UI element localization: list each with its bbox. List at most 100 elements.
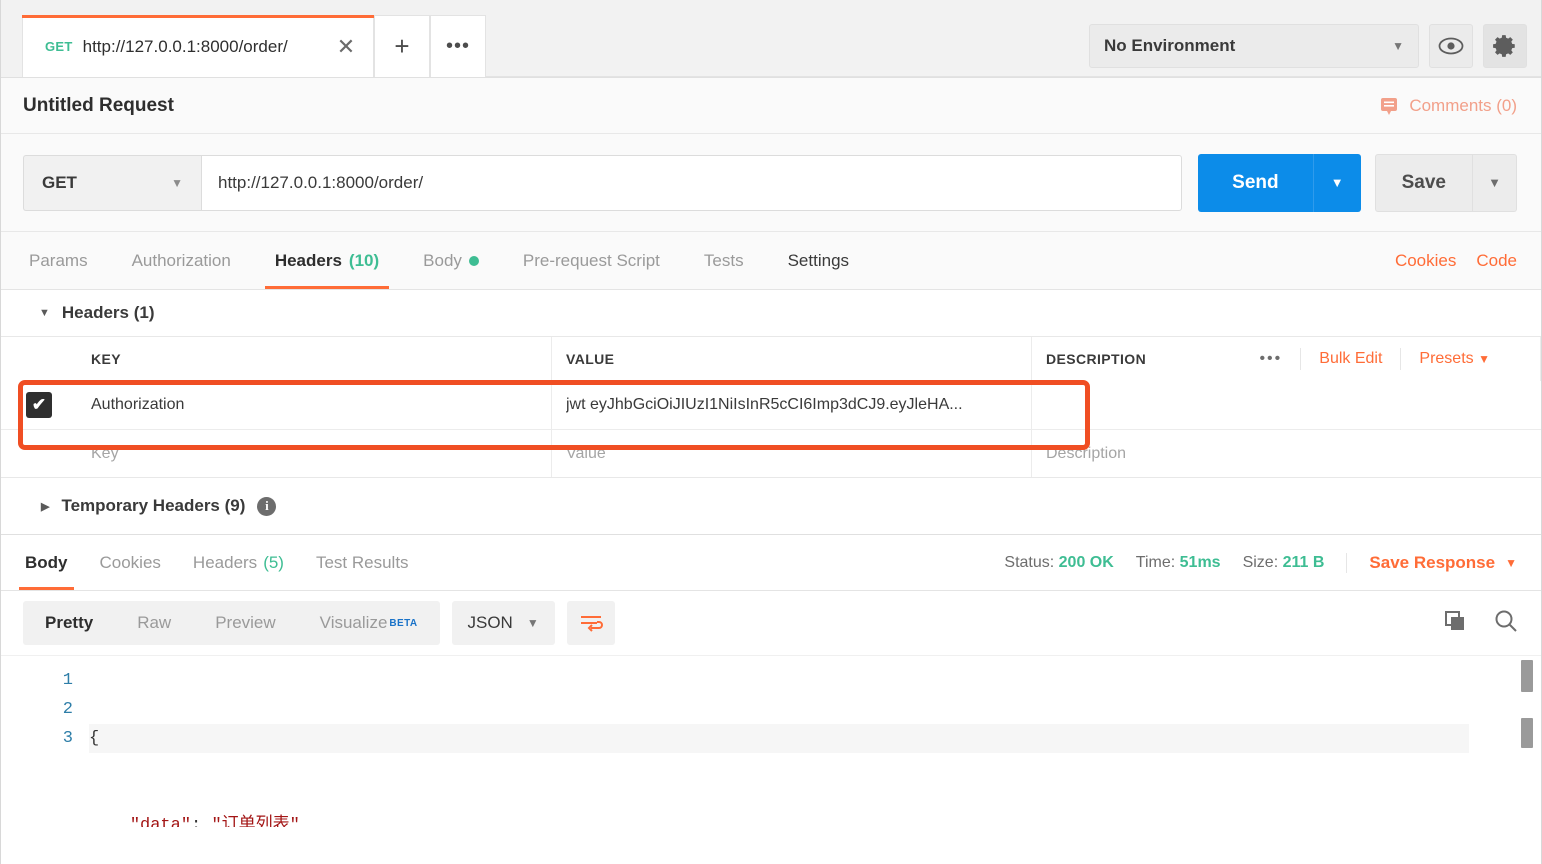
tab-method-badge: GET xyxy=(45,39,73,54)
request-tabs-right: Cookies Code xyxy=(1395,232,1517,289)
comments-button[interactable]: Comments (0) xyxy=(1378,95,1517,117)
json-key: "data" xyxy=(130,816,191,827)
url-input[interactable]: http://127.0.0.1:8000/order/ xyxy=(201,155,1182,211)
response-tabs-bar: Body Cookies Headers (5) Test Results St… xyxy=(1,535,1541,591)
code-wrap: 1 2 3 { "data": "订单列表" } xyxy=(1,656,1541,827)
response-tab-body[interactable]: Body xyxy=(9,535,84,590)
response-tab-headers[interactable]: Headers (5) xyxy=(177,535,300,590)
search-button[interactable] xyxy=(1493,608,1519,639)
tab-strip-spacer xyxy=(486,15,1089,77)
word-wrap-icon xyxy=(579,613,603,633)
row-checkbox[interactable]: ✔ xyxy=(26,392,52,418)
status-badge: Status: 200 OK xyxy=(1004,554,1113,572)
body-format-select[interactable]: JSON ▼ xyxy=(452,601,555,645)
url-bar: GET ▼ http://127.0.0.1:8000/order/ Send … xyxy=(1,134,1541,232)
tab-url-label: http://127.0.0.1:8000/order/ xyxy=(83,37,323,57)
save-response-button[interactable]: Save Response ▼ xyxy=(1346,553,1517,573)
body-view-preview[interactable]: Preview xyxy=(193,601,297,645)
headers-section-toggle[interactable]: ▼ Headers (1) xyxy=(1,290,1541,336)
head-check-spacer xyxy=(1,337,77,381)
line-number: 1 xyxy=(1,666,73,695)
new-tab-button[interactable]: + xyxy=(374,15,430,77)
request-tabs: Params Authorization Headers (10) Body P… xyxy=(1,232,1541,290)
code-link[interactable]: Code xyxy=(1476,251,1517,271)
tab-tests[interactable]: Tests xyxy=(682,232,766,289)
table-row[interactable]: ✔ Authorization jwt eyJhbGciOiJIUzI1NiIs… xyxy=(1,381,1541,429)
body-format-label: JSON xyxy=(468,613,513,633)
body-empty-space xyxy=(1,827,1541,864)
status-label: Status: xyxy=(1004,554,1054,571)
tab-params[interactable]: Params xyxy=(23,232,110,289)
page-title[interactable]: Untitled Request xyxy=(23,95,174,117)
json-colon: : xyxy=(191,816,211,827)
method-select[interactable]: GET ▼ xyxy=(23,155,201,211)
request-tab[interactable]: GET http://127.0.0.1:8000/order/ ✕ xyxy=(22,15,374,77)
empty-row-checkbox-cell xyxy=(1,430,77,477)
tab-headers[interactable]: Headers (10) xyxy=(253,232,401,289)
table-row-empty[interactable]: Key Value Description xyxy=(1,429,1541,477)
tab-pre-request-script[interactable]: Pre-request Script xyxy=(501,232,682,289)
save-button[interactable]: Save xyxy=(1375,154,1473,212)
tab-authorization[interactable]: Authorization xyxy=(110,232,253,289)
tab-options-icon[interactable]: ••• xyxy=(430,15,486,77)
body-view-segmented: Pretty Raw Preview Visualize BETA xyxy=(23,601,440,645)
response-meta: Status: 200 OK Time: 51ms Size: 211 B Sa… xyxy=(1004,535,1517,590)
chevron-right-icon: ▶ xyxy=(41,500,49,513)
settings-button[interactable] xyxy=(1483,24,1527,68)
empty-row-description-cell[interactable]: Description xyxy=(1032,430,1541,477)
response-tab-cookies[interactable]: Cookies xyxy=(84,535,177,590)
body-view-label: Pretty xyxy=(45,613,93,633)
tab-settings[interactable]: Settings xyxy=(766,232,871,289)
response-tab-label: Headers xyxy=(193,553,257,573)
empty-row-key-cell[interactable]: Key xyxy=(77,430,552,477)
chevron-down-icon: ▼ xyxy=(39,307,50,319)
tab-label: Params xyxy=(29,251,88,271)
headers-table: KEY VALUE DESCRIPTION ••• Bulk Edit Pres… xyxy=(1,336,1541,477)
body-view-visualize[interactable]: Visualize BETA xyxy=(298,601,440,645)
send-options-button[interactable]: ▼ xyxy=(1313,154,1361,212)
gear-icon xyxy=(1492,33,1518,59)
code-scrollbar-thumb-top[interactable] xyxy=(1521,660,1533,692)
send-button[interactable]: Send xyxy=(1198,154,1312,212)
cookies-link[interactable]: Cookies xyxy=(1395,251,1456,271)
code-line-2: "data": "订单列表" xyxy=(89,811,1469,827)
chevron-down-icon: ▼ xyxy=(1505,556,1517,570)
row-key-cell[interactable]: Authorization xyxy=(77,381,552,429)
body-view-pretty[interactable]: Pretty xyxy=(23,601,115,645)
request-name-bar: Untitled Request Comments (0) xyxy=(1,78,1541,134)
size-badge: Size: 211 B xyxy=(1243,554,1325,572)
empty-row-value-cell[interactable]: Value xyxy=(552,430,1032,477)
word-wrap-button[interactable] xyxy=(567,601,615,645)
environment-select[interactable]: No Environment ▼ xyxy=(1089,24,1419,68)
tab-label: Headers xyxy=(275,251,342,271)
copy-button[interactable] xyxy=(1443,609,1467,638)
close-icon[interactable]: ✕ xyxy=(333,36,359,58)
presets-label: Presets xyxy=(1419,350,1473,367)
environment-area: No Environment ▼ xyxy=(1089,15,1541,77)
save-options-button[interactable]: ▼ xyxy=(1473,154,1517,212)
temporary-headers-toggle[interactable]: ▶ Temporary Headers (9) i xyxy=(1,477,1541,535)
response-tab-label: Cookies xyxy=(100,553,161,573)
row-value-cell[interactable]: jwt eyJhbGciOiJIUzI1NiIsInR5cCI6Imp3dCJ9… xyxy=(552,381,1032,429)
bulk-edit-button[interactable]: Bulk Edit xyxy=(1300,348,1400,370)
row-description-cell[interactable] xyxy=(1032,381,1541,429)
headers-more-icon[interactable]: ••• xyxy=(1241,348,1300,370)
size-label: Size: xyxy=(1243,554,1279,571)
method-label: GET xyxy=(42,173,77,193)
environment-quick-look-button[interactable] xyxy=(1429,24,1473,68)
save-group: Save ▼ xyxy=(1375,154,1517,212)
comments-label: Comments (0) xyxy=(1409,96,1517,116)
save-response-label: Save Response xyxy=(1369,553,1495,573)
key-input-placeholder: Key xyxy=(91,445,119,463)
response-body-code[interactable]: 1 2 3 { "data": "订单列表" } xyxy=(1,655,1541,827)
body-view-raw[interactable]: Raw xyxy=(115,601,193,645)
info-icon[interactable]: i xyxy=(257,497,276,516)
tab-body[interactable]: Body xyxy=(401,232,501,289)
code-scrollbar-thumb-bottom[interactable] xyxy=(1521,718,1533,748)
response-tab-test-results[interactable]: Test Results xyxy=(300,535,425,590)
tab-label: Tests xyxy=(704,251,744,271)
column-header-description: DESCRIPTION ••• Bulk Edit Presets ▼ xyxy=(1032,337,1541,381)
response-tab-count: (5) xyxy=(263,553,284,573)
column-header-key: KEY xyxy=(77,337,552,381)
presets-button[interactable]: Presets ▼ xyxy=(1400,348,1508,370)
